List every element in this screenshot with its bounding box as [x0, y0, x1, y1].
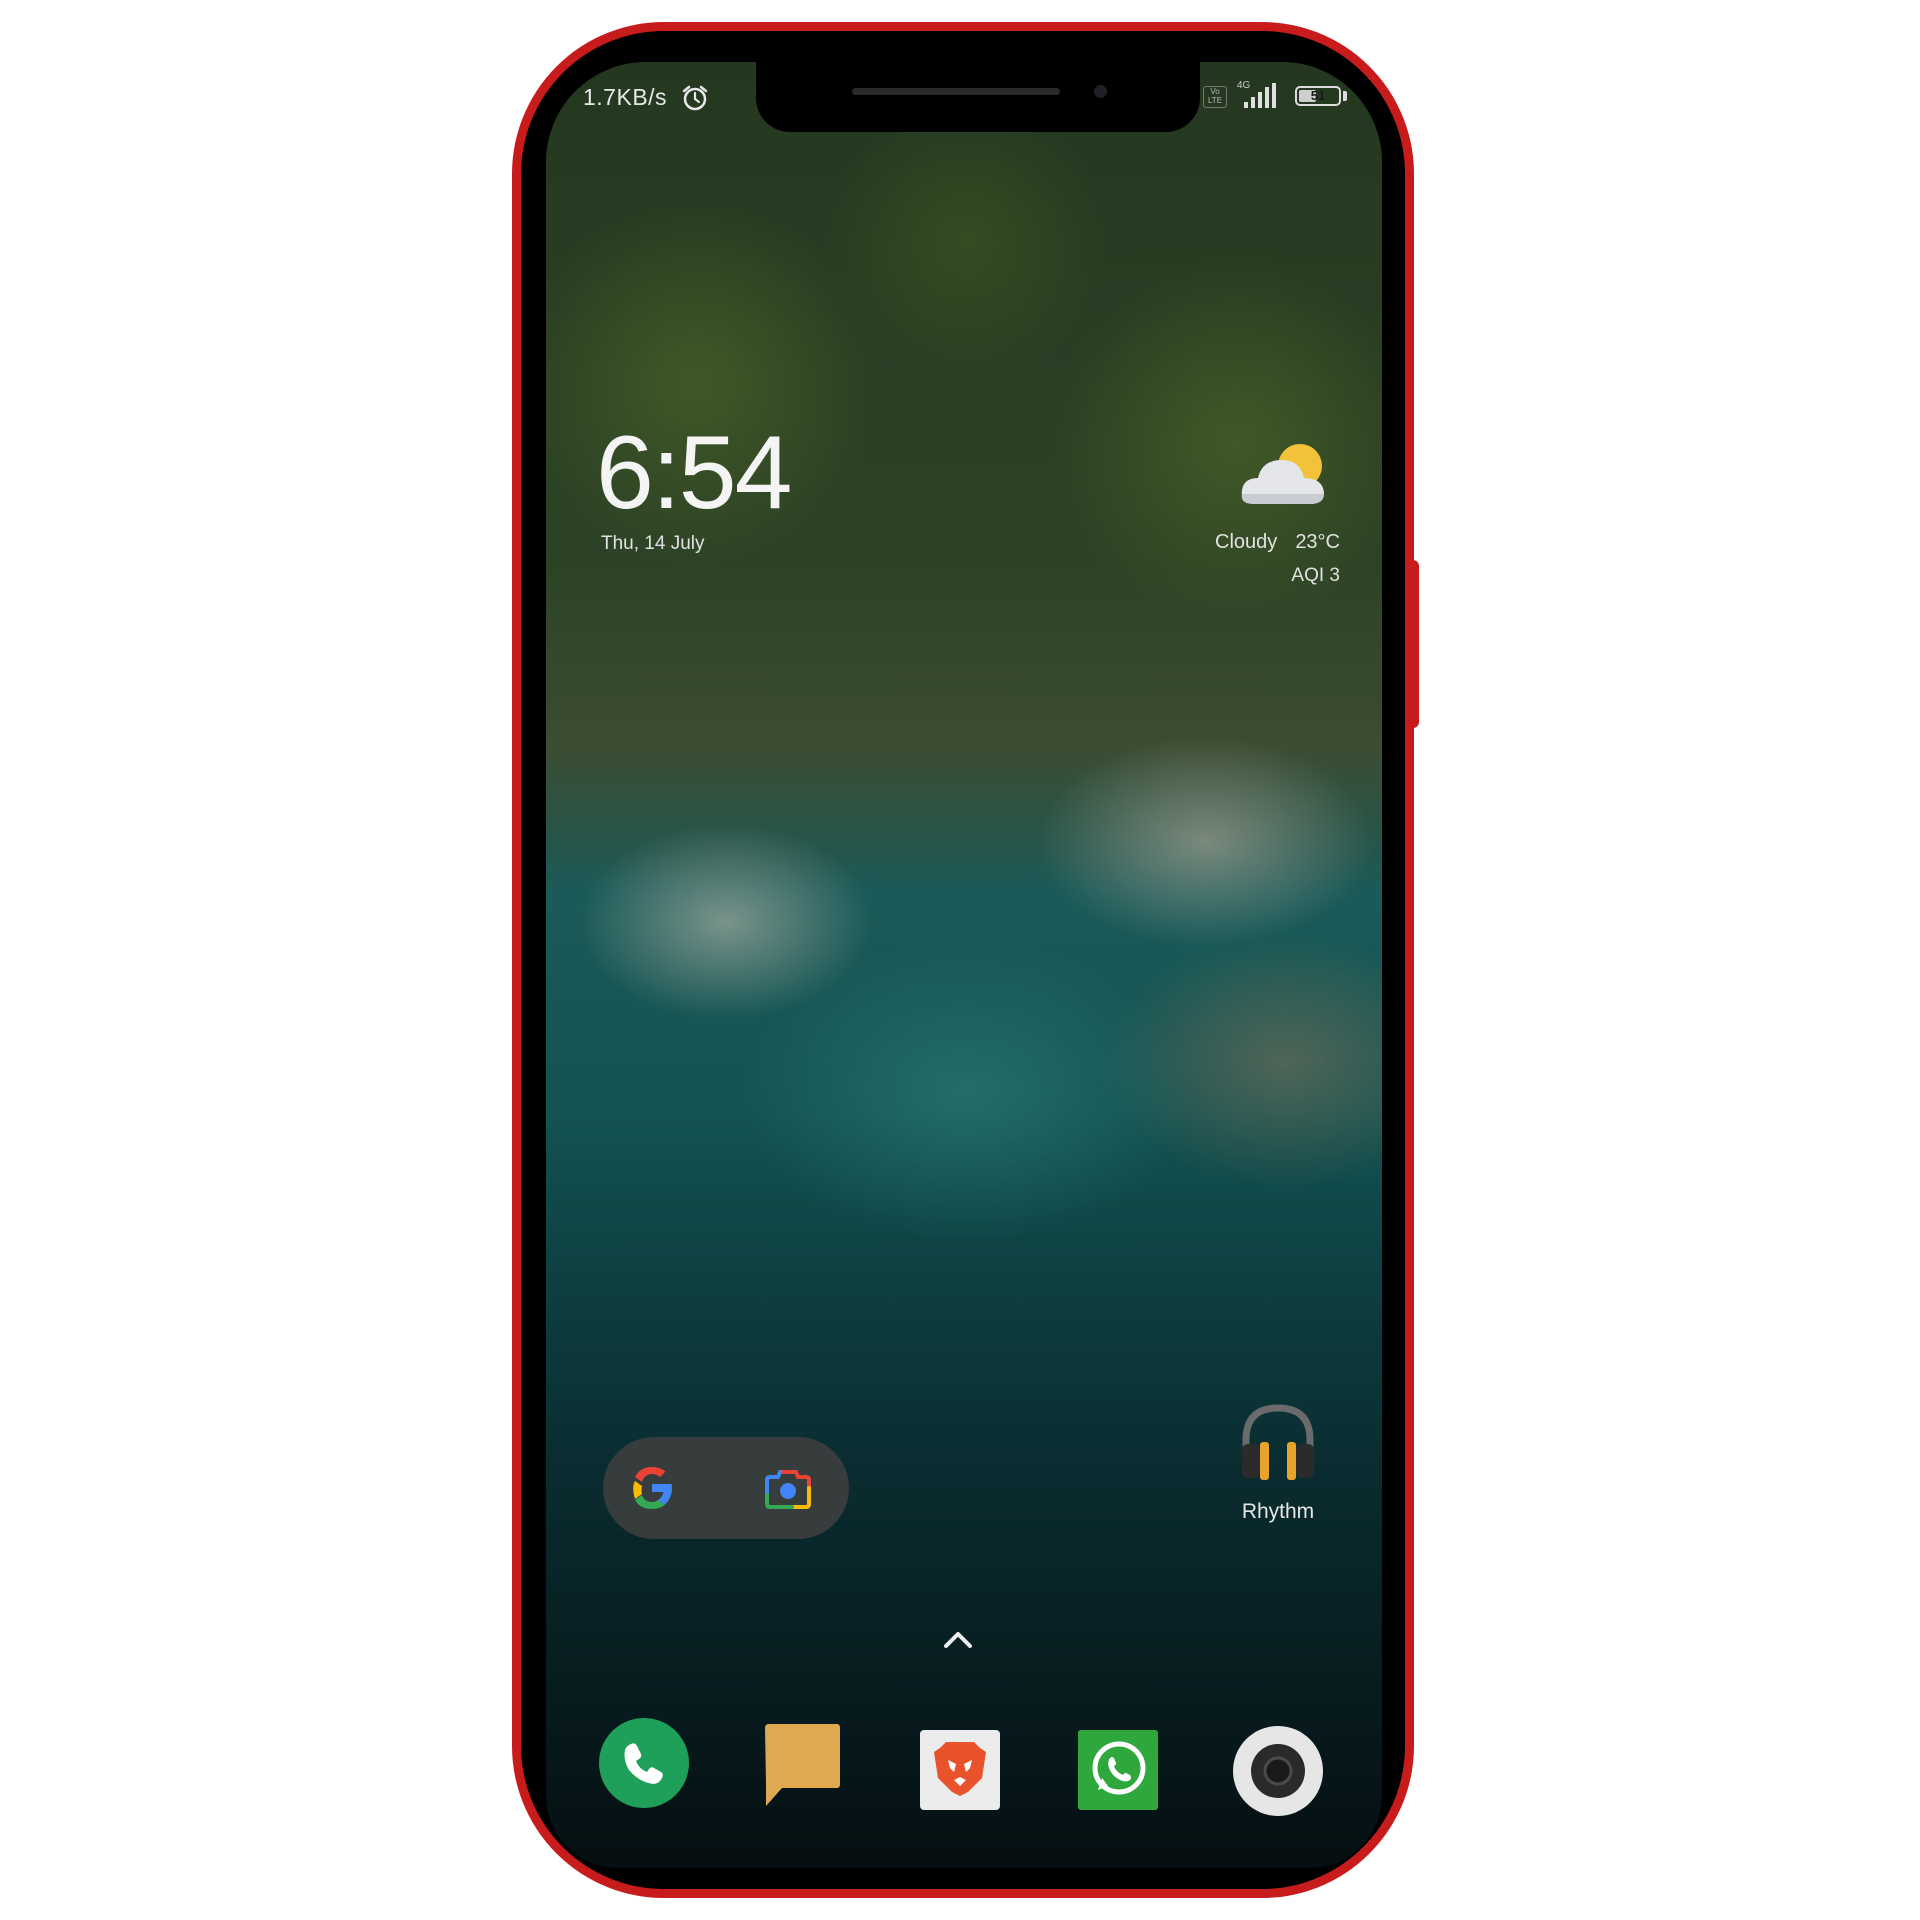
display-notch	[756, 62, 1200, 132]
network-speed: 1.7KB/s	[583, 84, 668, 110]
google-g-icon[interactable]	[626, 1462, 678, 1514]
headphones-icon[interactable]	[1238, 1400, 1318, 1486]
battery-indicator: 51	[1295, 86, 1341, 106]
battery-tip	[1343, 91, 1347, 101]
air-quality-index[interactable]: AQI 3	[1291, 565, 1340, 587]
chevron-up-icon[interactable]	[940, 1628, 976, 1652]
camera-icon[interactable]	[1233, 1726, 1323, 1816]
alarm-clock-icon	[681, 84, 709, 112]
weather-condition-row[interactable]: Cloudy 23°C	[1215, 531, 1340, 554]
weather-condition: Cloudy	[1215, 531, 1278, 553]
phone-icon[interactable]	[599, 1718, 689, 1808]
weather-temperature: 23°C	[1295, 531, 1340, 553]
message-icon[interactable]	[762, 1722, 842, 1808]
brave-lion-icon[interactable]	[920, 1730, 1000, 1810]
volte-icon: Vo LTE	[1203, 86, 1227, 108]
clock-time[interactable]: 6:54	[596, 418, 792, 528]
signal-bars-icon	[1240, 82, 1280, 110]
front-camera	[1094, 85, 1107, 98]
battery-percent: 51	[1310, 88, 1326, 103]
side-button	[1411, 560, 1419, 728]
google-lens-icon[interactable]	[764, 1468, 812, 1510]
clock-date[interactable]: Thu, 14 July	[601, 533, 705, 555]
whatsapp-icon[interactable]	[1078, 1730, 1158, 1810]
earpiece-speaker	[852, 88, 1060, 95]
rhythm-app-label[interactable]: Rhythm	[1218, 1500, 1338, 1524]
partly-cloudy-icon[interactable]	[1236, 438, 1332, 518]
home-screen-wallpaper	[546, 62, 1382, 1868]
